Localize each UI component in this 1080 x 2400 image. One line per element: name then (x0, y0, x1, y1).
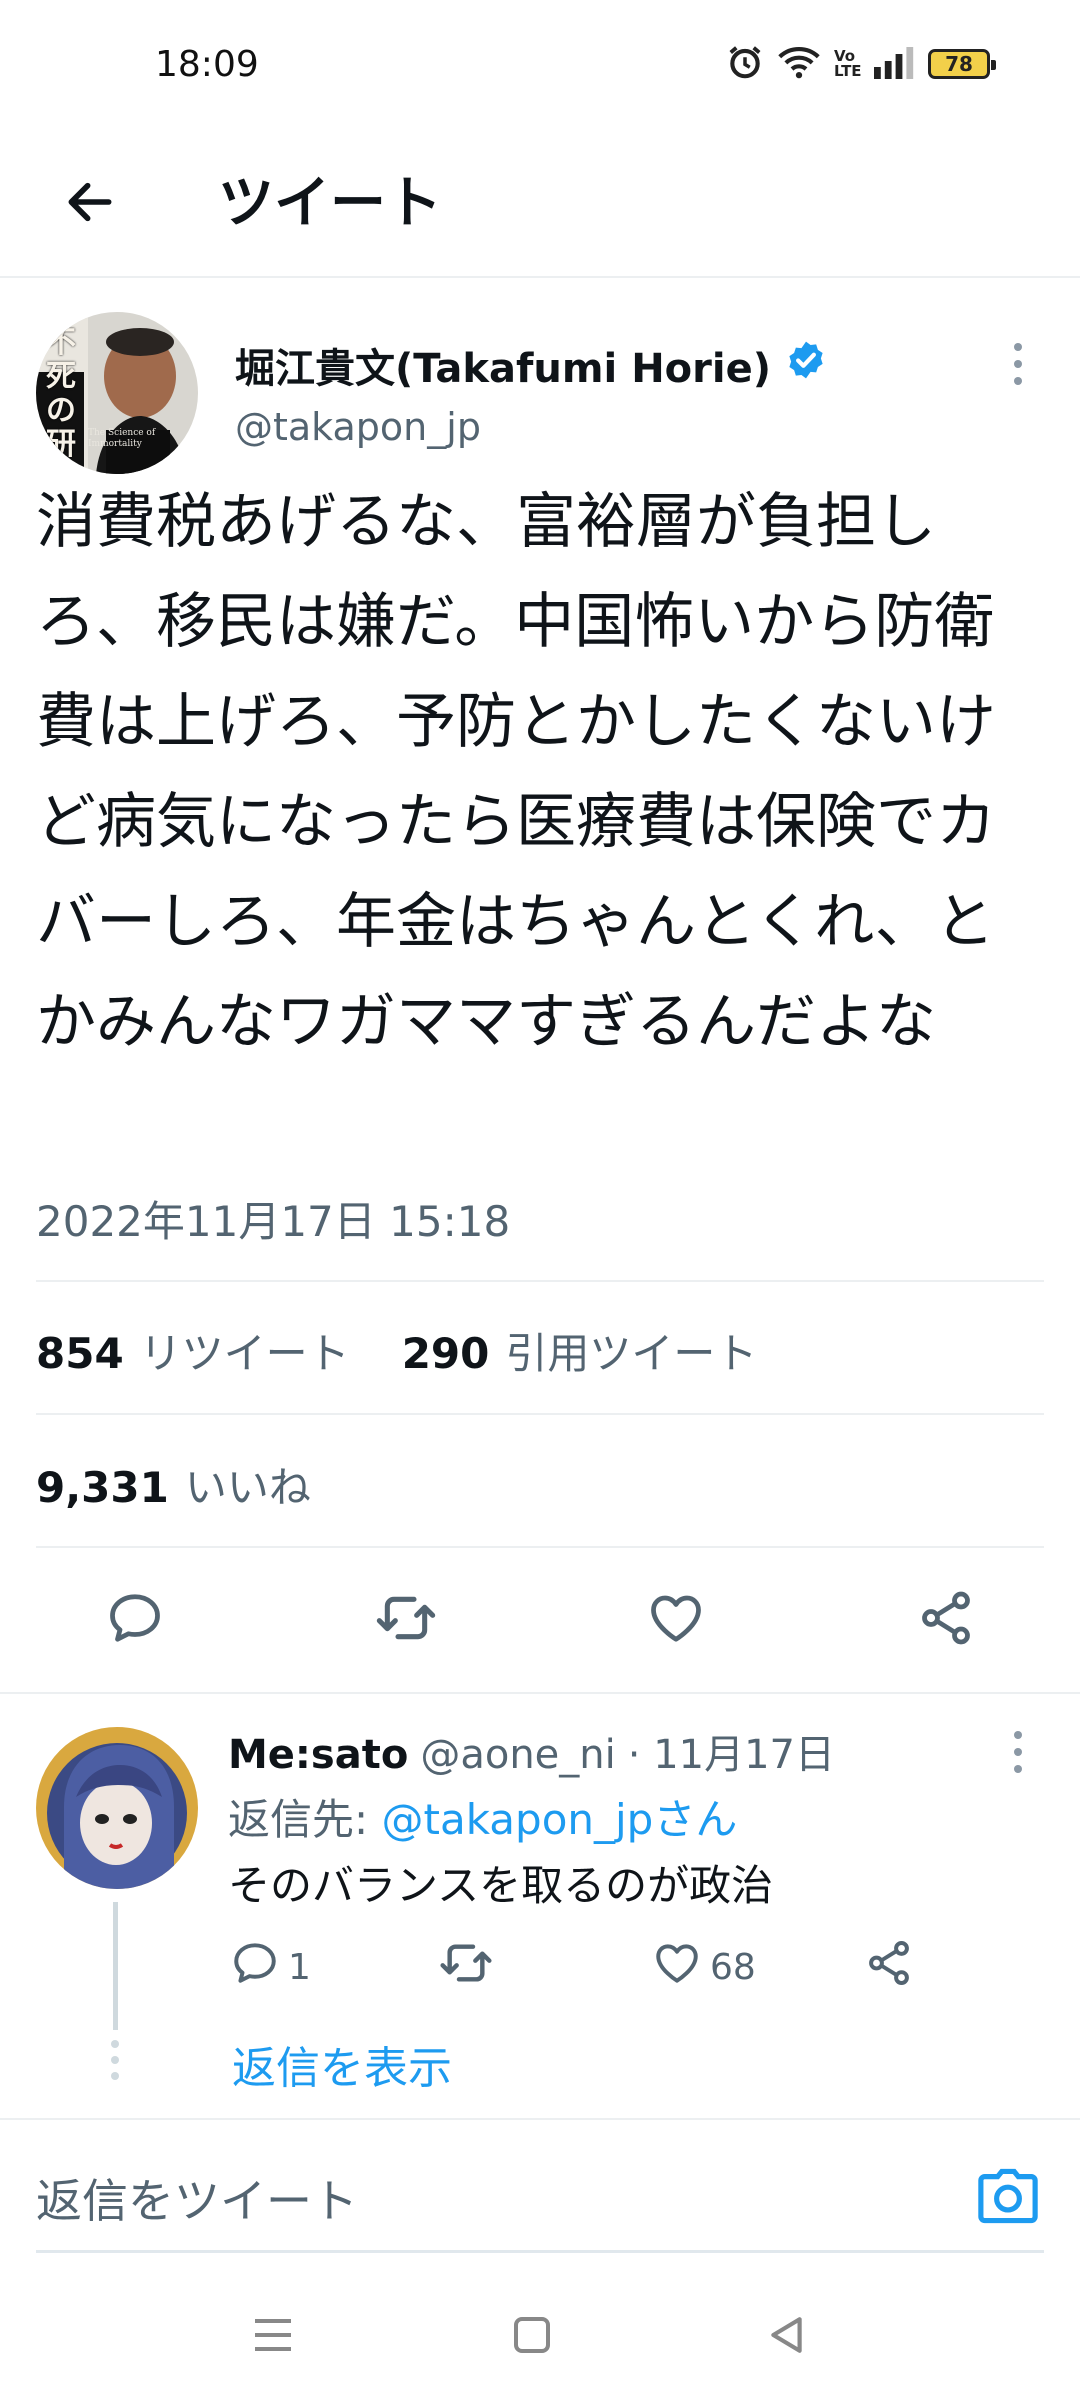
reply-retweet-button[interactable] (438, 1932, 494, 2002)
divider (0, 2118, 1080, 2120)
show-replies-link[interactable]: 返信を表示 (232, 2032, 452, 2096)
reply-like-button[interactable]: 68 (652, 1932, 756, 2002)
reply-like-count: 68 (710, 1946, 756, 1988)
quote-label[interactable]: 引用ツイート (505, 1320, 757, 1381)
retweet-icon[interactable] (366, 1578, 446, 1658)
author-name-row[interactable]: 堀江貴文(Takafumi Horie) (235, 336, 827, 394)
header-bar (0, 130, 1080, 278)
retweet-count[interactable]: 854 (36, 1329, 124, 1378)
back-triangle-icon[interactable] (742, 2290, 832, 2380)
reply-reply-count: 1 (288, 1946, 311, 1988)
like-label[interactable]: いいね (185, 1454, 311, 1515)
reply-retweet-icon (438, 1935, 494, 2000)
reply-header[interactable]: Me:sato @aone_ni · 11月17日 (228, 1722, 835, 1780)
status-icons: Vo LTE 78 (726, 43, 996, 85)
retweet-label[interactable]: リツイート (140, 1320, 350, 1381)
tweet-stats-retweets: 854 リツイート 290 引用ツイート (36, 1320, 757, 1381)
reply-reply-button[interactable]: 1 (230, 1932, 311, 2002)
reply-more-icon[interactable] (998, 1722, 1038, 1782)
tweet-stats-likes: 9,331 いいね (36, 1454, 311, 1515)
reply-avatar[interactable] (36, 1727, 198, 1889)
reply-author-name[interactable]: Me:sato (228, 1732, 408, 1778)
divider (36, 1546, 1044, 1548)
replying-to-link[interactable]: @takapon_jpさん (382, 1795, 738, 1844)
divider (36, 1413, 1044, 1415)
author-name[interactable]: 堀江貴文(Takafumi Horie) (235, 336, 771, 394)
tweet-timestamp[interactable]: 2022年11月17日 15:18 (36, 1188, 510, 1249)
battery-icon: 78 (928, 49, 996, 79)
author-handle[interactable]: @takapon_jp (235, 405, 481, 449)
reply-date: · 11月17日 (627, 1732, 835, 1778)
alarm-icon (726, 43, 764, 85)
replying-to: 返信先: @takapon_jpさん (228, 1786, 737, 1847)
menu-icon[interactable] (228, 2290, 318, 2380)
quote-count[interactable]: 290 (402, 1329, 490, 1378)
reply-reply-icon (230, 1938, 280, 1997)
status-time: 18:09 (155, 44, 259, 85)
wifi-icon (778, 44, 820, 84)
reply-share-button[interactable] (864, 1932, 914, 2002)
page-title: ツイート (218, 171, 442, 236)
replying-to-prefix: 返信先: (228, 1795, 382, 1844)
divider (36, 1280, 1044, 1282)
tweet-more-icon[interactable] (998, 334, 1038, 394)
tweet-text: 消費税あげるな、富裕層が負担しろ、移民は嫌だ。中国怖いから防衛費は上げろ、予防と… (36, 487, 996, 1057)
battery-level: 78 (945, 52, 973, 76)
like-icon[interactable] (636, 1578, 716, 1658)
reply-author-handle[interactable]: @aone_ni (420, 1732, 615, 1778)
verified-badge-icon (785, 339, 827, 391)
camera-icon[interactable] (972, 2160, 1044, 2232)
composer-underline (36, 2250, 1044, 2253)
home-square-icon[interactable] (487, 2290, 577, 2380)
cover-subtitle: The Science of Immortality (88, 428, 156, 449)
volte-icon: Vo LTE (834, 47, 862, 80)
thread-line (113, 1902, 118, 2030)
share-icon[interactable] (906, 1578, 986, 1658)
divider (0, 1692, 1080, 1694)
reply-like-icon (652, 1938, 702, 1997)
reply-share-icon (864, 1938, 914, 1997)
back-arrow-icon[interactable] (50, 162, 130, 242)
reply-composer-input[interactable]: 返信をツイート (36, 2165, 358, 2231)
thread-dots (111, 2040, 119, 2080)
reply-text: そのバランスを取るのが政治 (228, 1861, 774, 1910)
reply-icon[interactable] (95, 1578, 175, 1658)
cover-title: 不死の研究 (46, 325, 76, 475)
signal-icon (874, 45, 914, 83)
like-count[interactable]: 9,331 (36, 1463, 169, 1512)
author-avatar[interactable]: 不死の研究 The Science of Immortality (36, 312, 198, 474)
